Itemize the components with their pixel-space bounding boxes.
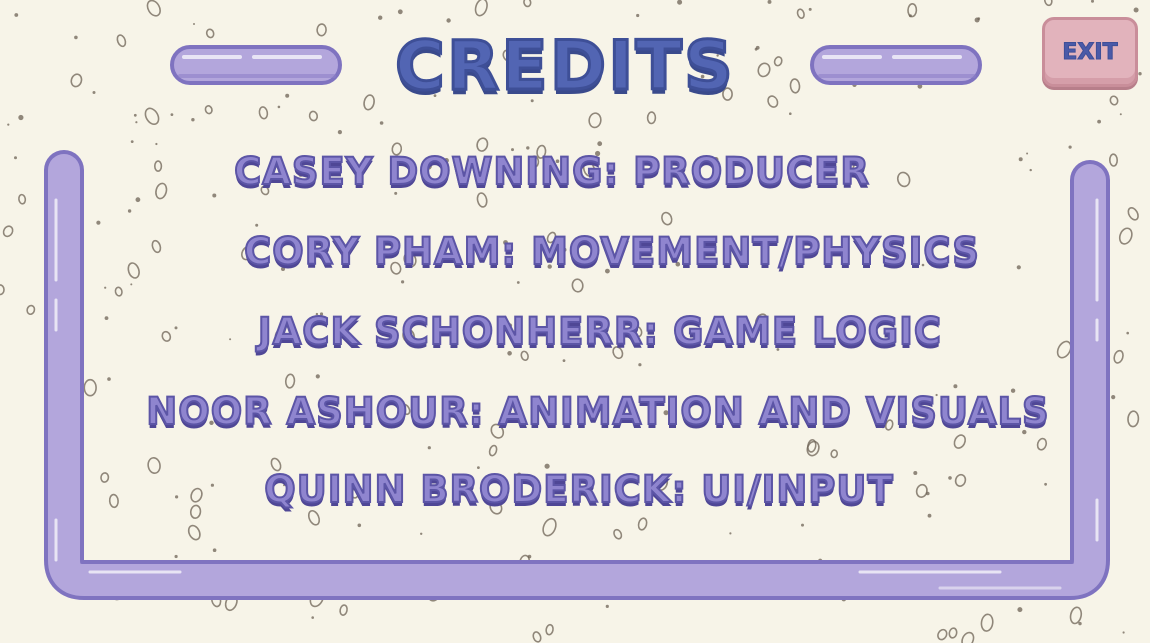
speckle-dot <box>107 377 111 381</box>
credit-line-game-logic: JACK SCHONHERR: GAME LOGIC <box>257 309 943 354</box>
speckle-dot <box>92 91 96 94</box>
speckle-dot <box>18 114 24 121</box>
speckle-dot <box>378 15 383 20</box>
speckle-dot <box>130 283 133 286</box>
speckle-dot <box>174 554 178 559</box>
speckle-dot <box>767 0 772 4</box>
speckle-dot <box>133 113 137 117</box>
speckle-dot <box>170 113 174 116</box>
credits-title: CREDITS <box>394 26 735 108</box>
speckle-dot <box>74 35 78 40</box>
speckle-dot <box>397 9 403 15</box>
credit-line-animation-visuals: NOOR ASHOUR: ANIMATION AND VISUALS <box>145 389 1050 434</box>
speckle-dot <box>401 280 405 284</box>
speckle-dot <box>135 197 141 203</box>
speckle-dot <box>789 112 792 115</box>
speckle-dot <box>357 523 362 528</box>
speckle-dot <box>605 604 609 609</box>
speckle-dot <box>420 532 423 535</box>
speckle-dot <box>104 286 107 289</box>
speckle-dot <box>562 359 566 362</box>
speckle-dot <box>808 7 812 11</box>
speckle-dot <box>311 616 315 619</box>
speckle-dot <box>729 532 732 535</box>
speckle-dot <box>379 121 384 125</box>
speckle-dot <box>193 23 195 25</box>
exit-button[interactable]: EXIT <box>1042 17 1138 87</box>
credit-line-producer: CASEY DOWNING: PRODUCER <box>233 149 870 194</box>
speckle-dot <box>1017 607 1023 613</box>
credit-line-movement-physics: CORY PHAM: MOVEMENT/PHYSICS <box>243 229 980 274</box>
speckle-dot <box>801 523 804 527</box>
speckle-dot <box>1119 113 1122 116</box>
speckle-dot <box>638 363 642 367</box>
speckle-dot <box>974 17 980 23</box>
speckle-dot <box>636 13 640 18</box>
speckle-dot <box>155 142 158 146</box>
speckle-dot <box>597 141 603 147</box>
speckle-dot <box>14 13 19 17</box>
title-bar-right <box>810 45 982 85</box>
speckle-dot <box>1133 7 1139 13</box>
speckle-dot <box>1138 72 1142 76</box>
speckle-dot <box>96 220 101 225</box>
credit-line-ui-input: QUINN BRODERICK: UI/INPUT <box>263 467 894 512</box>
speckle-dot <box>755 45 760 50</box>
speckle-dot <box>285 93 290 98</box>
speckle-dot <box>427 446 431 450</box>
speckle-dot <box>527 554 532 559</box>
exit-button-label: EXIT <box>1062 40 1118 66</box>
speckle-dot <box>130 140 134 144</box>
speckle-dot <box>127 209 132 213</box>
title-bar-left <box>170 45 342 85</box>
speckle-dot <box>7 123 10 126</box>
speckle-dot <box>191 118 195 122</box>
speckle-dot <box>315 374 320 379</box>
speckle-dot <box>135 121 138 124</box>
speckle-dot <box>277 105 281 109</box>
speckle-dot <box>516 281 520 284</box>
speckle-dot <box>212 548 217 552</box>
speckle-dot <box>337 130 342 135</box>
speckle-dot <box>1097 119 1101 124</box>
speckle-dot <box>1122 631 1125 634</box>
